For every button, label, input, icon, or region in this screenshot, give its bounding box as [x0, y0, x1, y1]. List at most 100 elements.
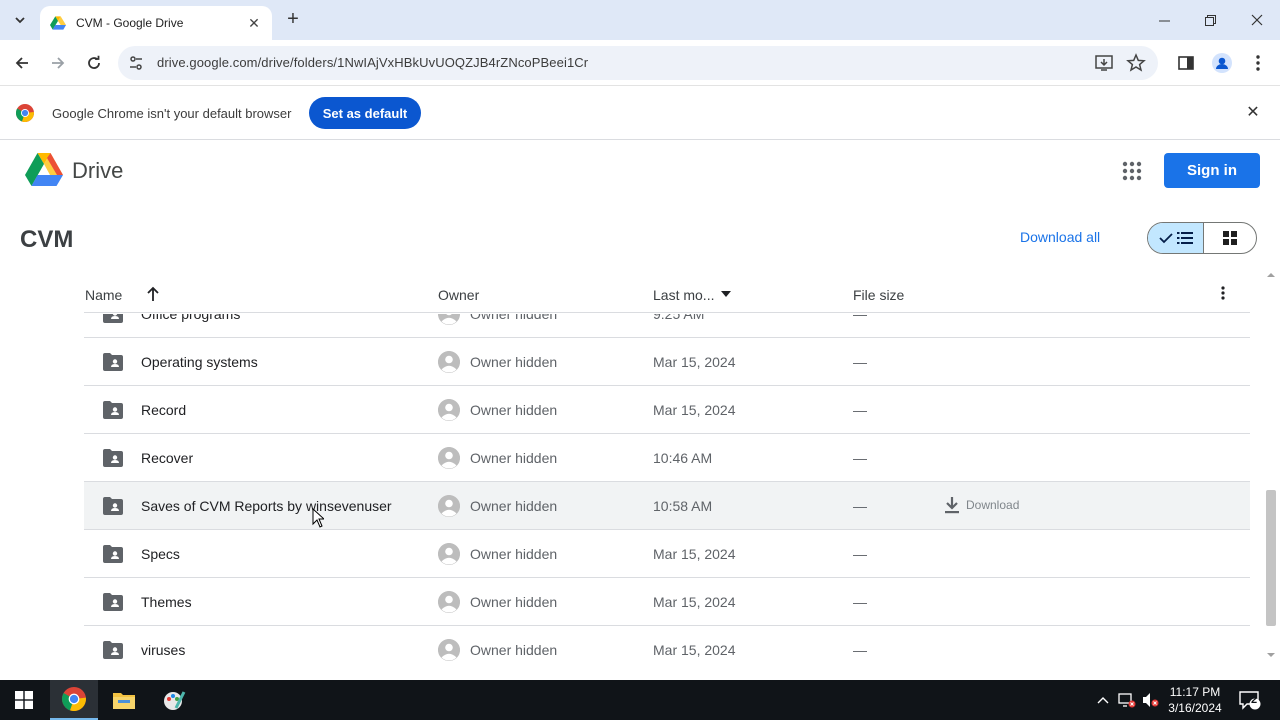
view-toggle	[1147, 222, 1257, 254]
scrollbar-thumb[interactable]	[1266, 490, 1276, 626]
row-download-label: Download	[966, 498, 1020, 512]
mouse-cursor-icon	[312, 508, 324, 528]
file-row[interactable]: Themes Owner hidden Mar 15, 2024 —	[84, 578, 1250, 626]
google-drive-favicon-icon	[50, 16, 66, 30]
owner-avatar-icon	[438, 447, 460, 469]
shared-folder-icon	[103, 545, 123, 563]
file-name[interactable]: Saves of CVM Reports by winsevenuser	[141, 498, 392, 514]
owner-name: Owner hidden	[470, 498, 558, 514]
file-row[interactable]: Office programs Owner hidden 9:25 AM —	[84, 314, 1250, 338]
side-panel-button[interactable]	[1174, 51, 1198, 75]
drive-app-name: Drive	[72, 158, 124, 183]
close-icon	[1251, 14, 1263, 26]
owner-avatar-icon	[438, 314, 460, 325]
file-size: —	[853, 402, 867, 418]
folder-icon	[113, 693, 135, 709]
row-download-button[interactable]: Download	[944, 496, 1019, 514]
owner-name: Owner hidden	[470, 546, 558, 562]
taskbar-clock[interactable]: 11:17 PM 3/16/2024	[1160, 684, 1230, 716]
file-row[interactable]: Record Owner hidden Mar 15, 2024 —	[84, 386, 1250, 434]
file-name[interactable]: Specs	[141, 546, 180, 562]
file-name[interactable]: Recover	[141, 450, 193, 466]
last-modified: Mar 15, 2024	[653, 546, 736, 562]
install-app-icon[interactable]	[1094, 53, 1114, 73]
tab-search-button[interactable]	[8, 8, 32, 32]
file-row[interactable]: viruses Owner hidden Mar 15, 2024 —	[84, 626, 1250, 664]
network-icon[interactable]	[1117, 690, 1137, 710]
windows-logo-icon	[15, 691, 33, 709]
tray-overflow-icon[interactable]	[1093, 690, 1113, 710]
close-window-button[interactable]	[1234, 0, 1280, 40]
set-as-default-button[interactable]: Set as default	[309, 97, 421, 129]
owner-name: Owner hidden	[470, 450, 558, 466]
volume-muted-icon[interactable]	[1141, 690, 1161, 710]
sort-dropdown-icon[interactable]	[721, 291, 731, 297]
site-info-icon[interactable]	[126, 53, 146, 73]
owner-name: Owner hidden	[470, 642, 558, 658]
minimize-icon	[1158, 20, 1170, 21]
new-tab-button[interactable]: +	[282, 9, 304, 31]
file-name[interactable]: Themes	[141, 594, 192, 610]
file-size: —	[853, 642, 867, 658]
file-row[interactable]: Saves of CVM Reports by winsevenuser Owne…	[84, 482, 1250, 530]
start-button[interactable]	[0, 680, 48, 720]
file-name[interactable]: Office programs	[141, 314, 240, 322]
infobar-close-icon[interactable]: ✕	[1244, 104, 1262, 122]
google-drive-logo-icon	[25, 153, 63, 186]
scroll-down-icon[interactable]	[1266, 652, 1276, 660]
file-name[interactable]: Operating systems	[141, 354, 258, 370]
action-center-button[interactable]: 2	[1238, 690, 1262, 710]
grid-view-button[interactable]	[1204, 223, 1256, 253]
reload-button[interactable]	[82, 51, 106, 75]
file-row[interactable]: Specs Owner hidden Mar 15, 2024 —	[84, 530, 1250, 578]
scroll-up-icon[interactable]	[1266, 270, 1276, 278]
folder-title: CVM	[20, 226, 74, 253]
file-row[interactable]: Recover Owner hidden 10:46 AM —	[84, 434, 1250, 482]
address-bar[interactable]: drive.google.com/drive/folders/1NwIAjVxH…	[118, 46, 1158, 80]
list-view-icon	[1176, 232, 1193, 244]
chrome-menu-button[interactable]	[1246, 51, 1270, 75]
download-icon	[945, 497, 959, 514]
column-name-header[interactable]: Name	[85, 287, 122, 303]
owner-avatar-icon	[438, 495, 460, 517]
shared-folder-icon	[103, 497, 123, 515]
arrow-right-icon	[52, 57, 65, 69]
list-view-button[interactable]	[1148, 223, 1204, 253]
column-owner-header: Owner	[438, 287, 480, 303]
more-vert-icon	[1256, 55, 1260, 71]
page-scrollbar[interactable]	[1264, 270, 1276, 665]
sign-in-button[interactable]: Sign in	[1164, 153, 1260, 188]
file-name[interactable]: viruses	[141, 642, 185, 658]
profile-button[interactable]	[1210, 51, 1234, 75]
minimize-button[interactable]	[1141, 0, 1187, 40]
bookmark-star-icon[interactable]	[1126, 53, 1146, 73]
owner-name: Owner hidden	[470, 314, 558, 322]
last-modified: 9:25 AM	[653, 314, 705, 322]
owner-name: Owner hidden	[470, 402, 558, 418]
taskbar-chrome[interactable]	[50, 680, 98, 720]
file-row[interactable]: Operating systems Owner hidden Mar 15, 202…	[84, 338, 1250, 386]
file-list-header: Name Owner Last mo... File size	[84, 277, 1250, 313]
taskbar-file-explorer[interactable]	[100, 680, 148, 720]
shared-folder-icon	[103, 593, 123, 611]
default-browser-infobar: Google Chrome isn't your default browser…	[0, 87, 1280, 140]
owner-avatar-icon	[438, 351, 460, 373]
restore-button[interactable]	[1187, 0, 1233, 40]
file-size: —	[853, 354, 867, 370]
infobar-message: Google Chrome isn't your default browser	[52, 106, 292, 121]
arrow-up-sort-icon[interactable]	[146, 286, 160, 302]
tab-cvm-drive[interactable]: CVM - Google Drive ✕	[40, 6, 272, 40]
back-button[interactable]	[10, 51, 34, 75]
tab-close-icon[interactable]: ✕	[246, 15, 262, 32]
more-vert-icon[interactable]	[1221, 286, 1225, 300]
clock-time: 11:17 PM	[1169, 685, 1221, 699]
owner-avatar-icon	[438, 399, 460, 421]
file-name[interactable]: Record	[141, 402, 186, 418]
taskbar-app[interactable]	[150, 680, 198, 720]
notification-icon	[1239, 691, 1261, 710]
reload-icon	[88, 55, 100, 69]
google-apps-icon[interactable]	[1120, 159, 1144, 183]
column-last-modified-header[interactable]: Last mo...	[653, 287, 714, 303]
forward-button[interactable]	[46, 51, 70, 75]
download-all-link[interactable]: Download all	[1020, 229, 1100, 245]
